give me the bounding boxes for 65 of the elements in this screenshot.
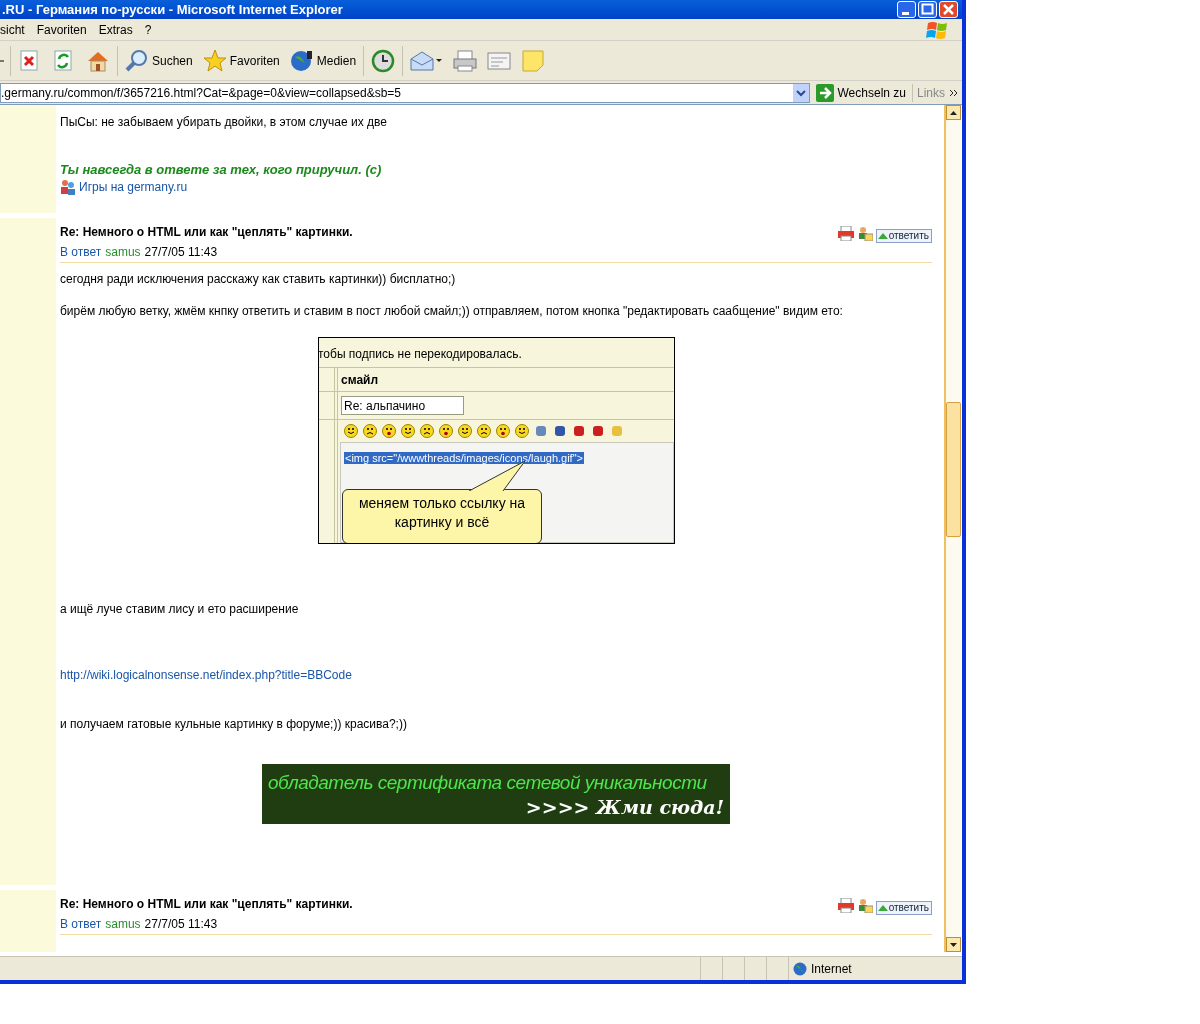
globe-icon <box>289 48 314 73</box>
maximize-icon <box>921 3 934 15</box>
message-textarea[interactable]: <img src="/wwwthreads/images/icons/laugh.gif"> меняем только ссылку на картинку и всё <box>340 442 674 543</box>
printer-icon <box>837 898 854 913</box>
banner-cta-text: >>>> Жми сюда! <box>525 796 724 818</box>
star-icon <box>202 48 227 73</box>
caret-icon <box>949 109 958 116</box>
post-text: а ищё луче ставим лису и ето расширение <box>60 602 300 617</box>
status-zone-text: Internet <box>811 960 852 978</box>
post-date: 27/7/05 11:43 <box>144 915 218 933</box>
banner[interactable]: обладатель сертификата сетевой уникальности >>>> Жми сюда! <box>262 764 730 824</box>
caret-icon <box>949 941 958 948</box>
address-field[interactable]: .germany.ru/common/f/3657216.html?Cat=&page=0&view=collapsed&sb=5 <box>0 83 810 103</box>
chevron-icon <box>949 89 958 97</box>
scrollbar[interactable] <box>944 105 961 952</box>
field-label: смайл <box>341 371 379 389</box>
reply-button[interactable]: ответить <box>875 229 932 243</box>
post-text: и получаем гатовые кульные картинку в форуме;)) красива?;)) <box>60 717 408 732</box>
reply-link[interactable]: В ответ <box>60 914 102 933</box>
banner-text: обладатель сертификата сетевой уникальности <box>268 771 707 795</box>
minimize-button[interactable] <box>897 1 916 18</box>
maximize-button[interactable] <box>918 1 937 18</box>
user-icon <box>856 226 873 241</box>
windows-flag-icon <box>926 19 948 40</box>
post-title: Re: Немного о HTML или как "цеплять" картинки. <box>60 896 353 913</box>
reply-link[interactable]: В ответ <box>60 242 102 261</box>
close-button[interactable] <box>939 1 958 18</box>
caret-icon <box>794 88 807 98</box>
menu-item[interactable]: sicht <box>0 20 31 39</box>
clock-icon <box>371 48 396 73</box>
globe-icon <box>793 961 807 976</box>
scrollbar-thumb[interactable] <box>946 402 961 537</box>
post-date: 27/7/05 11:43 <box>144 243 218 261</box>
post-text: бирём любую ветку, жмём кнпку ответить и ставим в пост любой смайл;)) отправляем, потом кнопка "редактировать саабщение" видим ето: <box>60 304 844 319</box>
search-button[interactable]: Suchen <box>122 43 196 78</box>
scroll-down-button[interactable] <box>946 937 961 952</box>
post-text: ПыСы: не забываем убирать двойки, в этом случае их две <box>60 115 388 130</box>
user-icon <box>856 898 873 913</box>
signature-text: Ты навсегда в ответе за тех, кого приручил. (с) <box>60 162 383 178</box>
close-icon <box>942 3 955 16</box>
games-link[interactable]: Игры на germany.ru <box>60 178 932 196</box>
note-icon <box>521 48 546 73</box>
printer-icon <box>453 48 478 73</box>
window-title: .RU - Германия по-русски - Microsoft Internet Explorer <box>1 0 343 19</box>
post-margin-column <box>0 890 56 952</box>
post-text: сегодня ради исключения расскажу как ставить картинки)) бисплатно;) <box>60 272 457 287</box>
selected-code-text: <img src="/wwwthreads/images/icons/laugh.gif"> <box>344 452 584 464</box>
post-title: Re: Немного о HTML или как "цеплять" картинки. <box>60 224 353 241</box>
people-icon <box>60 179 76 195</box>
search-icon <box>125 48 149 73</box>
favorites-button[interactable]: Favoriten <box>199 43 283 78</box>
form-text: тобы подпись не перекодировалась. <box>319 338 674 368</box>
go-button[interactable]: Wechseln zu <box>813 84 908 102</box>
subject-field[interactable]: Re: альпачино <box>341 396 464 415</box>
link[interactable]: http://wiki.logicalnonsense.net/index.php?title=BBCode <box>60 666 352 684</box>
minimize-icon <box>902 12 909 15</box>
printer-icon <box>837 226 854 241</box>
menu-item[interactable]: Extras <box>92 20 139 39</box>
scroll-up-button[interactable] <box>946 105 961 120</box>
menu-item[interactable]: ? <box>138 20 158 39</box>
menu-item[interactable]: Favoriten <box>30 20 93 39</box>
reply-button[interactable]: ответить <box>875 901 932 915</box>
media-button[interactable]: Medien <box>286 43 360 78</box>
author-link[interactable]: samus <box>105 914 141 933</box>
author-link[interactable]: samus <box>105 242 141 261</box>
